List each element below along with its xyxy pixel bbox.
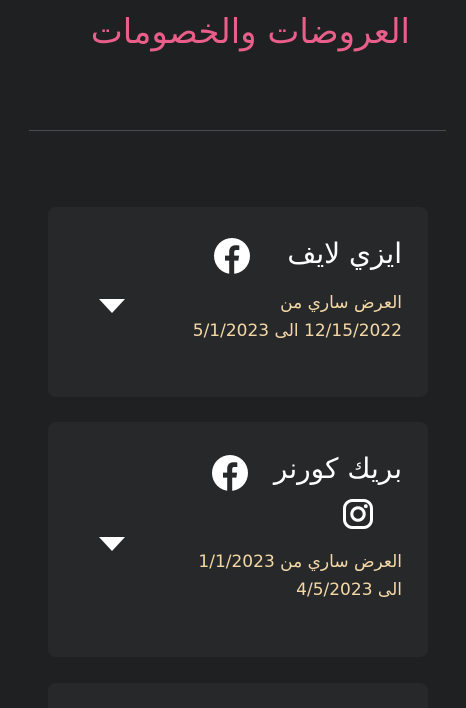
facebook-icon[interactable] xyxy=(214,238,250,274)
expand-button[interactable] xyxy=(99,299,125,315)
offer-validity: العرض ساري من 1/1/2023 الى 4/5/2023 xyxy=(198,548,402,604)
offer-line-1: العرض ساري من 1/1/2023 xyxy=(198,552,402,572)
offer-line-2: الى 4/5/2023 xyxy=(296,580,402,600)
expand-button[interactable] xyxy=(99,537,125,553)
page-title: العروضات والخصومات xyxy=(90,12,410,52)
caret-down-icon xyxy=(99,299,125,313)
instagram-icon[interactable] xyxy=(342,498,374,530)
offer-card xyxy=(48,683,428,708)
caret-down-icon xyxy=(99,537,125,551)
store-name: بريك كورنر xyxy=(273,452,402,485)
offer-line-2: 12/15/2022 الى 5/1/2023 xyxy=(192,321,402,341)
facebook-icon[interactable] xyxy=(212,455,248,491)
offer-validity: العرض ساري من 12/15/2022 الى 5/1/2023 xyxy=(193,289,402,345)
store-name: ايزي لايف xyxy=(287,237,402,270)
divider xyxy=(29,130,446,131)
offer-card: ايزي لايف العرض ساري من 12/15/2022 الى 5… xyxy=(48,207,428,397)
offer-line-1: العرض ساري من xyxy=(280,293,402,313)
offer-card: بريك كورنر العرض ساري من 1/1/2023 الى 4/… xyxy=(48,422,428,657)
